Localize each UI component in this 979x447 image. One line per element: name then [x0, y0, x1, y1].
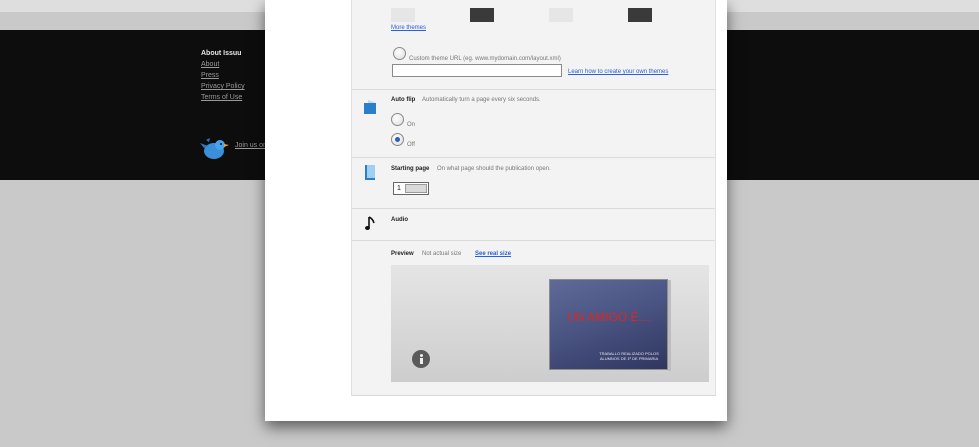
auto-flip-icon: [364, 100, 376, 114]
footer-link-press[interactable]: Press: [201, 70, 245, 81]
starting-page-stepper[interactable]: 1: [393, 182, 429, 195]
starting-page-value: 1: [397, 185, 401, 192]
twitter-bird-icon[interactable]: [200, 136, 230, 162]
auto-flip-on-radio[interactable]: [391, 113, 404, 126]
starting-page-button[interactable]: [405, 184, 427, 193]
book-subtitle: TRABALLO REALIZADO POLOS ALUMNOS DE 1º D…: [599, 351, 659, 361]
custom-theme-url-input[interactable]: [392, 64, 562, 77]
starting-page-icon: [365, 165, 375, 180]
embed-settings-dialog: More themes Custom theme URL (eg. www.my…: [265, 0, 727, 421]
auto-flip-off-radio[interactable]: [391, 133, 404, 146]
footer-link-terms[interactable]: Terms of Use: [201, 92, 245, 103]
publication-cover[interactable]: UN AMIGO É.... TRABALLO REALIZADO POLOS …: [549, 279, 671, 371]
footer-link-privacy[interactable]: Privacy Policy: [201, 81, 245, 92]
footer-links: About Issuu About Press Privacy Policy T…: [201, 48, 245, 103]
section-divider: [352, 208, 715, 209]
starting-page-title: Starting page: [391, 166, 430, 172]
auto-flip-off-label: Off: [407, 142, 415, 148]
preview-description: Not actual size: [422, 251, 462, 257]
more-themes-link[interactable]: More themes: [391, 25, 426, 31]
book-title: UN AMIGO É....: [567, 310, 652, 324]
theme-thumb-4[interactable]: [628, 8, 652, 22]
info-icon[interactable]: [412, 350, 430, 368]
theme-thumb-1[interactable]: [391, 8, 415, 22]
starting-page-description: On what page should the publication open…: [437, 166, 551, 172]
music-note-icon: [365, 216, 375, 230]
section-divider: [352, 240, 715, 241]
theme-thumb-2[interactable]: [470, 8, 494, 22]
custom-theme-radio[interactable]: [393, 47, 406, 60]
footer-heading: About Issuu: [201, 50, 242, 57]
section-divider: [352, 157, 715, 158]
book-page-edge: [668, 280, 671, 371]
section-divider: [352, 89, 715, 90]
auto-flip-description: Automatically turn a page every six seco…: [422, 97, 541, 103]
settings-panel: More themes Custom theme URL (eg. www.my…: [351, 0, 716, 396]
join-us-link[interactable]: Join us on: [235, 142, 267, 149]
theme-thumb-3[interactable]: [549, 8, 573, 22]
footer-link-about[interactable]: About: [201, 59, 245, 70]
preview-title: Preview: [391, 251, 414, 257]
audio-title: Audio: [391, 217, 408, 223]
auto-flip-on-label: On: [407, 122, 416, 128]
auto-flip-title: Auto flip: [391, 97, 416, 103]
custom-theme-label: Custom theme URL (eg. www.mydomain.com/l…: [409, 56, 561, 62]
see-real-size-link[interactable]: See real size: [475, 251, 511, 257]
preview-area: UN AMIGO É.... TRABALLO REALIZADO POLOS …: [391, 265, 709, 382]
learn-create-themes-link[interactable]: Learn how to create your own themes: [568, 69, 668, 75]
